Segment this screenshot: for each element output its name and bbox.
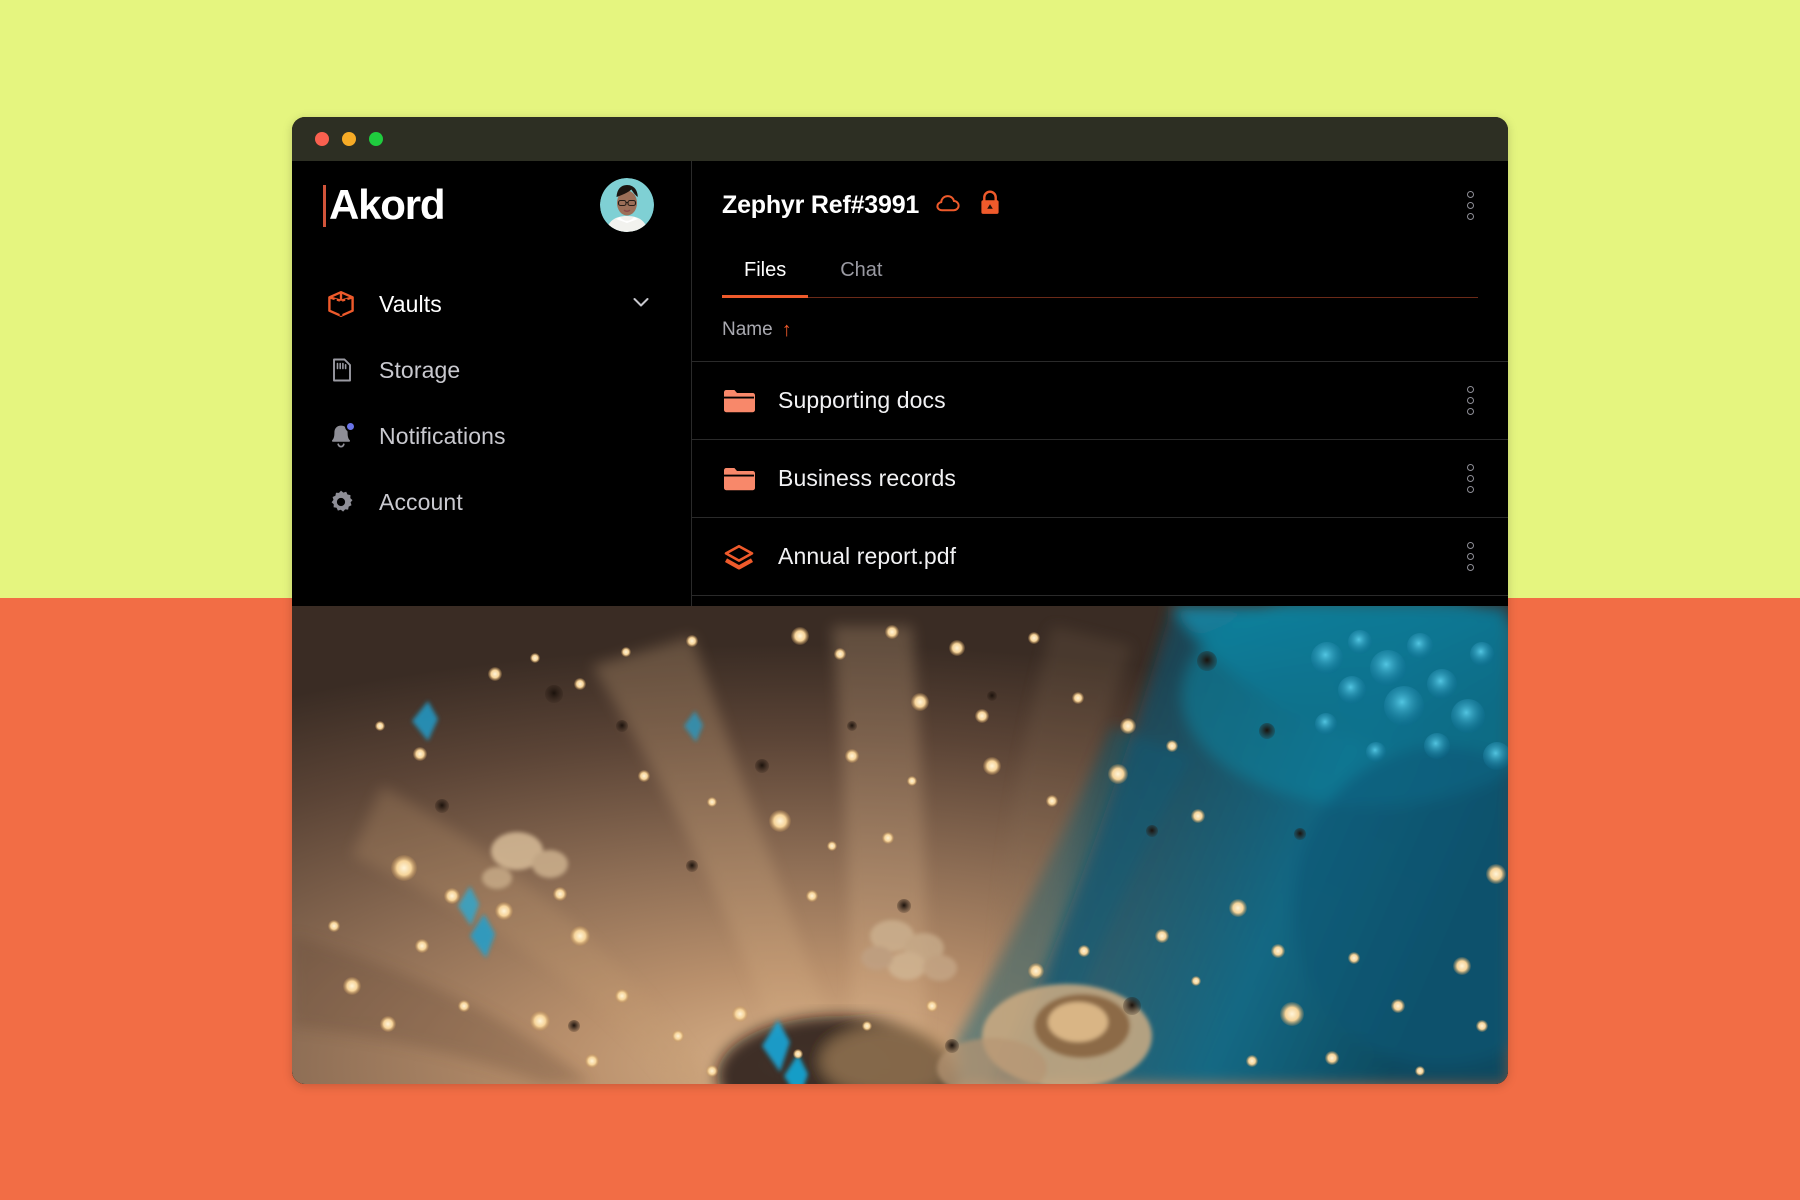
column-header-label: Name: [722, 318, 773, 340]
sidebar-item-vaults[interactable]: Vaults: [292, 271, 691, 337]
row-overflow-menu-button[interactable]: [1463, 382, 1478, 419]
table-row[interactable]: Supporting docs: [692, 362, 1508, 440]
folder-icon: [722, 384, 756, 418]
sidebar-item-label: Notifications: [379, 422, 506, 449]
cloud-icon: [933, 188, 963, 223]
minimize-window-button[interactable]: [342, 132, 356, 146]
abstract-fluid-art: [292, 606, 1508, 1084]
bell-icon: [324, 419, 358, 453]
sidebar-item-storage[interactable]: Storage: [292, 337, 691, 403]
maximize-window-button[interactable]: [369, 132, 383, 146]
tab-files[interactable]: Files: [722, 249, 809, 298]
row-overflow-menu-button[interactable]: [1463, 460, 1478, 497]
table-row[interactable]: Annual report.pdf: [692, 518, 1508, 596]
sidebar-item-notifications[interactable]: Notifications: [292, 403, 691, 469]
folder-icon: [722, 462, 756, 496]
table-row[interactable]: Business records: [692, 440, 1508, 518]
notification-badge: [345, 421, 356, 432]
page-root: Akord Vaults Storage Notifications Accou…: [0, 0, 1800, 1200]
gear-icon: [324, 485, 358, 519]
lock-icon: [977, 188, 1003, 223]
sidebar-item-label: Storage: [379, 356, 461, 383]
app-logo[interactable]: Akord: [323, 181, 446, 228]
chevron-down-icon[interactable]: [628, 289, 654, 320]
close-window-button[interactable]: [315, 132, 329, 146]
fluid-art-canvas: [292, 606, 1508, 1084]
tab-chat[interactable]: Chat: [818, 249, 904, 297]
file-list-column-header: Name ↑: [692, 298, 1508, 362]
page-title: Zephyr Ref#3991: [722, 190, 920, 219]
cube-icon: [324, 287, 358, 321]
app-window: Akord Vaults Storage Notifications Accou…: [292, 117, 1508, 1084]
sidebar-item-label: Vaults: [379, 290, 442, 317]
vault-title-row: Zephyr Ref#3991: [722, 161, 1478, 249]
column-header-name[interactable]: Name ↑: [722, 319, 792, 341]
avatar[interactable]: [600, 178, 654, 232]
vault-overflow-menu-button[interactable]: [1463, 187, 1478, 224]
logo-text: Akord: [329, 181, 446, 228]
file-name: Annual report.pdf: [778, 543, 957, 569]
main-header: Zephyr Ref#3991 Files Chat: [692, 161, 1508, 298]
tab-bar: Files Chat: [722, 249, 1478, 298]
storage-card-icon: [324, 353, 358, 387]
row-overflow-menu-button[interactable]: [1463, 538, 1478, 575]
sidebar-item-label: Account: [379, 488, 463, 515]
window-titlebar: [292, 117, 1508, 161]
sidebar-nav: Vaults Storage Notifications Account: [292, 271, 691, 535]
arrow-up-icon: ↑: [781, 318, 792, 341]
file-name: Supporting docs: [778, 387, 946, 413]
file-name: Business records: [778, 465, 957, 491]
logo-accent-bar: [323, 185, 326, 227]
layers-icon: [722, 540, 756, 574]
sidebar-header: Akord: [292, 161, 691, 249]
sidebar-item-account[interactable]: Account: [292, 469, 691, 535]
user-avatar-icon: [600, 178, 654, 232]
